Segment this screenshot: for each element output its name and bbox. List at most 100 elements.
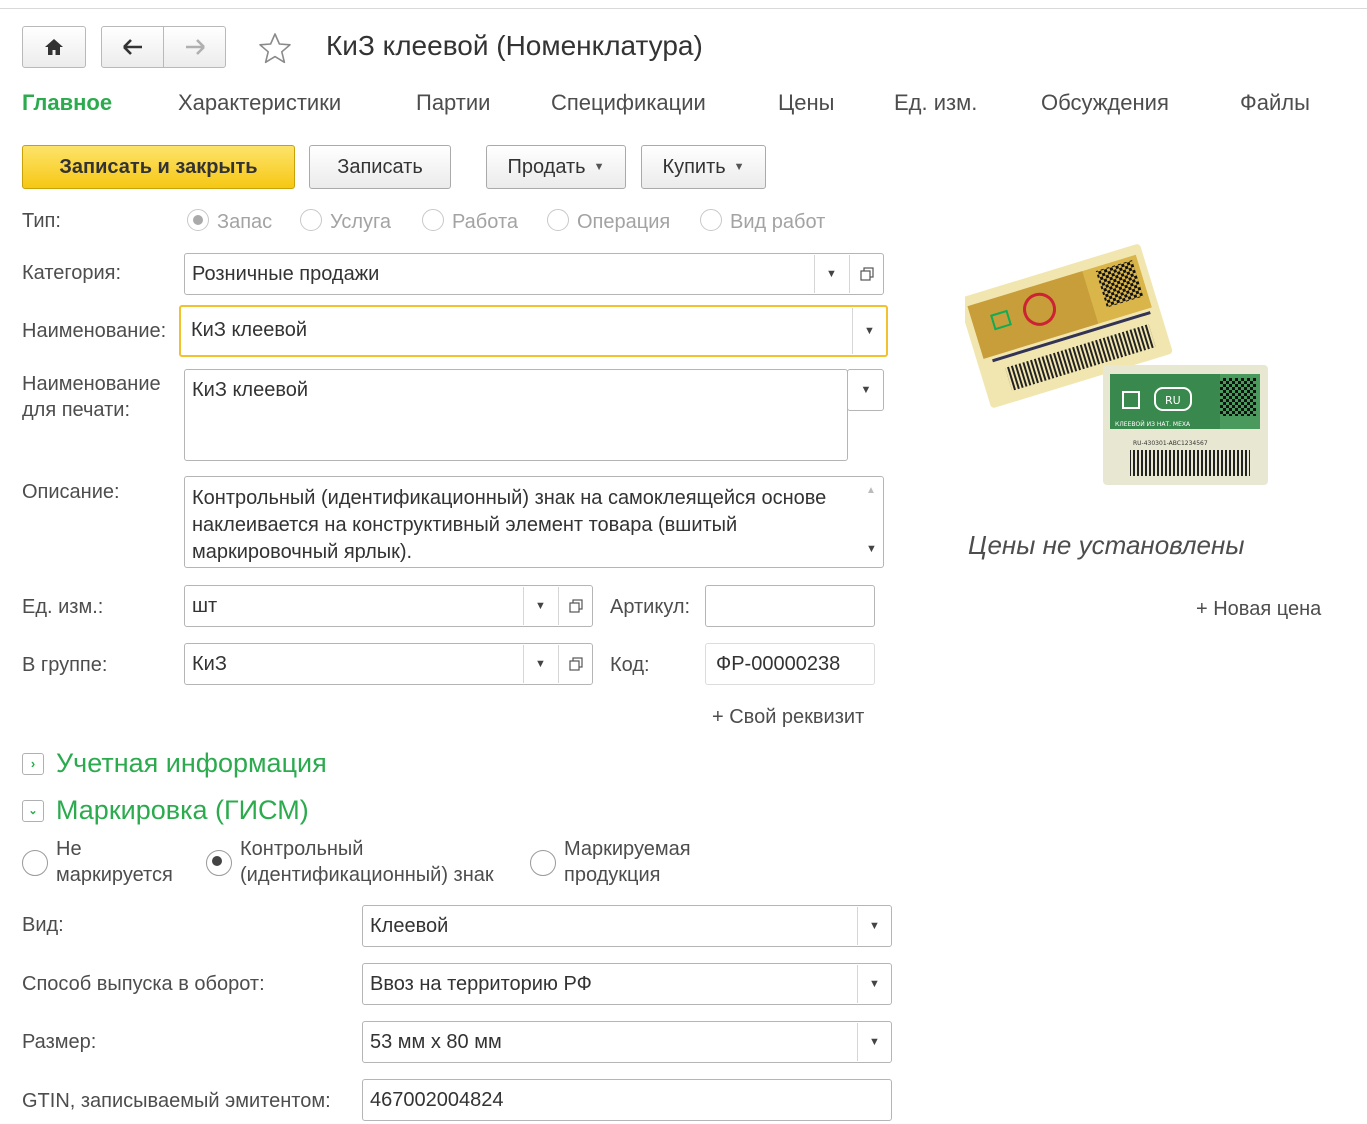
type-radio-service[interactable]: Услуга xyxy=(300,209,391,235)
add-custom-attribute-link[interactable]: + Свой реквизит xyxy=(712,706,864,729)
chevron-down-icon[interactable]: ▼ xyxy=(857,907,891,945)
chevron-down-icon[interactable]: ▼ xyxy=(852,308,886,354)
kind-field[interactable]: Клеевой ▼ xyxy=(362,905,892,947)
article-field[interactable] xyxy=(705,585,875,627)
chevron-down-icon: ▼ xyxy=(860,384,872,396)
print-name-field[interactable]: КиЗ клеевой xyxy=(184,369,848,461)
radio-label: Запас xyxy=(217,211,273,233)
accounting-section-title: Учетная информация xyxy=(56,748,327,778)
arrow-right-icon xyxy=(185,39,205,55)
gtin-value: 467002004824 xyxy=(370,1089,504,1111)
radio-label: Операция xyxy=(577,211,671,233)
marking-section-title: Маркировка (ГИСМ) xyxy=(56,795,309,825)
radio-label: Маркируемая продукция xyxy=(564,838,691,886)
star-icon[interactable] xyxy=(258,32,292,64)
chevron-down-icon[interactable]: ▼ xyxy=(523,587,557,625)
group-value: КиЗ xyxy=(192,653,227,675)
radio-label: Услуга xyxy=(330,211,392,233)
radio-circle xyxy=(22,850,48,876)
radio-label: Контрольный (идентификационный) знак xyxy=(240,838,494,886)
sell-label: Продать xyxy=(507,155,586,178)
category-field[interactable]: Розничные продажи ▼ xyxy=(184,253,884,295)
radio-circle xyxy=(422,209,444,231)
home-button[interactable] xyxy=(22,26,86,68)
gtin-field[interactable]: 467002004824 xyxy=(362,1079,892,1121)
description-scrollbar[interactable]: ▲ ▼ xyxy=(859,477,883,567)
size-label: Размер: xyxy=(22,1031,97,1053)
marking-section-header[interactable]: ⌄ Маркировка (ГИСМ) xyxy=(22,795,309,826)
save-label: Записать xyxy=(337,155,423,178)
scroll-up-icon[interactable]: ▲ xyxy=(866,485,876,496)
tab-main[interactable]: Главное xyxy=(22,90,112,116)
chevron-down-icon[interactable]: ▼ xyxy=(857,1023,891,1061)
type-radio-stock[interactable]: Запас xyxy=(187,209,272,235)
type-label: Тип: xyxy=(22,210,61,232)
code-field[interactable]: ФР-00000238 xyxy=(705,643,875,685)
kind-label: Вид: xyxy=(22,914,64,936)
sell-button[interactable]: Продать ▼ xyxy=(486,145,626,189)
radio-circle xyxy=(187,209,209,231)
chevron-down-icon: ▼ xyxy=(733,161,745,173)
unit-field[interactable]: шт ▼ xyxy=(184,585,593,627)
tab-units[interactable]: Ед. изм. xyxy=(894,90,977,116)
code-label: Код: xyxy=(610,654,650,676)
category-label: Категория: xyxy=(22,262,122,284)
chevron-down-icon[interactable]: ▼ xyxy=(814,255,848,293)
tab-specifications[interactable]: Спецификации xyxy=(551,90,706,116)
tab-batches[interactable]: Партии xyxy=(416,90,490,116)
tab-characteristics[interactable]: Характеристики xyxy=(178,90,341,116)
marking-radio-not-marked[interactable]: Не маркируется xyxy=(22,836,196,888)
category-value: Розничные продажи xyxy=(192,263,380,285)
chevron-down-icon[interactable]: ▼ xyxy=(857,965,891,1003)
buy-button[interactable]: Купить ▼ xyxy=(641,145,766,189)
new-price-link[interactable]: + Новая цена xyxy=(1196,598,1321,621)
type-radio-operation[interactable]: Операция xyxy=(547,209,670,235)
open-form-icon[interactable] xyxy=(558,645,592,683)
size-value: 53 мм x 80 мм xyxy=(370,1031,502,1053)
accounting-section-header[interactable]: › Учетная информация xyxy=(22,748,327,779)
tab-files[interactable]: Файлы xyxy=(1240,90,1310,116)
open-form-icon[interactable] xyxy=(849,255,883,293)
name-value: КиЗ клеевой xyxy=(191,319,308,341)
home-icon xyxy=(45,39,63,55)
product-image: RU КЛЕЕВОЙ ИЗ НАТ. МЕХА RU-430301-ABC123… xyxy=(965,244,1268,485)
save-button[interactable]: Записать xyxy=(309,145,451,189)
radio-circle xyxy=(547,209,569,231)
chevron-down-icon[interactable]: ▼ xyxy=(523,645,557,683)
group-field[interactable]: КиЗ ▼ xyxy=(184,643,593,685)
marking-radio-control-sign[interactable]: Контрольный (идентификационный) знак xyxy=(206,836,530,888)
no-prices-text: Цены не установлены xyxy=(968,530,1245,560)
release-value: Ввоз на территорию РФ xyxy=(370,973,592,995)
print-name-dropdown[interactable]: ▼ xyxy=(847,369,884,411)
chevron-down-icon: ⌄ xyxy=(22,799,44,822)
size-field[interactable]: 53 мм x 80 мм ▼ xyxy=(362,1021,892,1063)
marking-radio-marked-product[interactable]: Маркируемая продукция xyxy=(530,836,714,888)
release-field[interactable]: Ввоз на территорию РФ ▼ xyxy=(362,963,892,1005)
chevron-right-icon: › xyxy=(22,752,44,775)
open-form-icon[interactable] xyxy=(558,587,592,625)
code-value: ФР-00000238 xyxy=(716,653,841,675)
save-and-close-label: Записать и закрыть xyxy=(59,155,258,178)
type-radio-work[interactable]: Работа xyxy=(422,209,518,235)
label-caption: КЛЕЕВОЙ ИЗ НАТ. МЕХА xyxy=(1115,421,1191,428)
gtin-label: GTIN, записываемый эмитентом: xyxy=(22,1090,331,1112)
name-field[interactable]: КиЗ клеевой ▼ xyxy=(179,305,888,357)
radio-label: Вид работ xyxy=(730,211,826,233)
description-field[interactable]: Контрольный (идентификационный) знак на … xyxy=(184,476,884,568)
type-radio-work-kind[interactable]: Вид работ xyxy=(700,209,825,235)
top-border xyxy=(0,8,1367,9)
tab-prices[interactable]: Цены xyxy=(778,90,834,116)
description-value: Контрольный (идентификационный) знак на … xyxy=(192,487,827,563)
save-and-close-button[interactable]: Записать и закрыть xyxy=(22,145,295,189)
print-name-value: КиЗ клеевой xyxy=(192,379,309,401)
tab-discussions[interactable]: Обсуждения xyxy=(1041,90,1169,116)
label-country-badge: RU xyxy=(1165,394,1181,407)
radio-circle xyxy=(206,850,232,876)
scroll-down-icon[interactable]: ▼ xyxy=(866,543,877,555)
forward-button[interactable] xyxy=(163,26,226,68)
radio-circle xyxy=(300,209,322,231)
arrow-left-icon xyxy=(122,39,142,55)
page-title: КиЗ клеевой (Номенклатура) xyxy=(326,30,703,61)
unit-value: шт xyxy=(192,595,218,617)
back-button[interactable] xyxy=(101,26,164,68)
